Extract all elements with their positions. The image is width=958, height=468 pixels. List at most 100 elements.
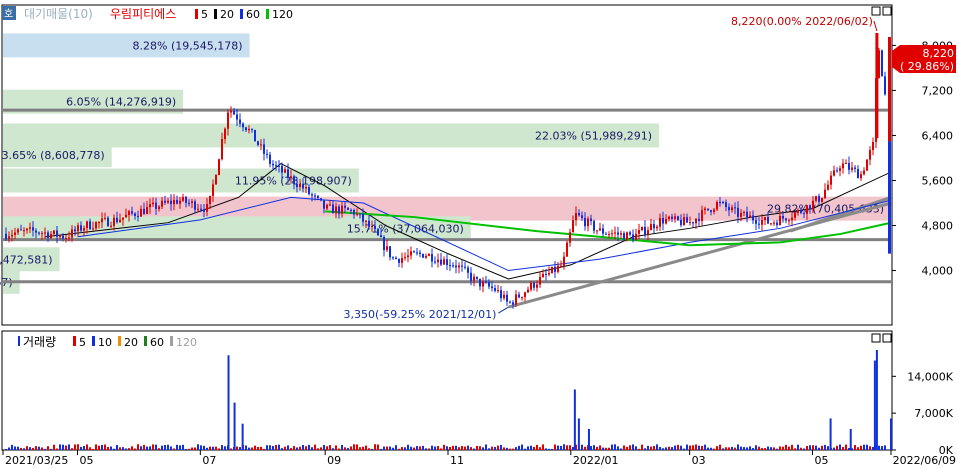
volume-bar [482,447,484,450]
candle-body [482,281,484,287]
ma-legend-label: 120 [272,8,293,21]
candle-body [647,230,649,235]
volume-bar [137,444,139,450]
candle-body [20,229,22,231]
volume-spike-bar [890,418,892,450]
volume-bar [701,445,703,450]
candle-body [35,230,37,233]
candle-body [83,228,85,231]
volume-bar [485,444,487,450]
candle-body [578,212,580,216]
volume-bar [863,444,865,450]
candle-body [404,257,406,259]
candle-body [860,174,862,179]
volume-bar [422,445,424,450]
volume-bar [782,446,784,450]
volume-bar [212,446,214,450]
volume-bar [398,448,400,450]
volume-profile-label: 8.28% (19,545,178) [133,39,243,52]
volume-bar [707,447,709,450]
candle-body [617,232,619,235]
candle-body [818,196,820,202]
candle-body [326,204,328,209]
vol-ma-legend-swatch [118,336,121,346]
volume-bar [374,444,376,450]
candle-body [239,119,241,124]
volume-bar [179,445,181,450]
candle-body [407,255,409,258]
candle-body [620,233,622,235]
candle-body [839,168,841,171]
candle-body [395,257,397,260]
volume-bar [860,445,862,450]
candle-body [71,229,73,238]
volume-bar [497,445,499,450]
candle-body [857,168,859,179]
volume-bar [809,445,811,450]
candle-body [188,202,190,204]
candle-body [434,261,436,263]
volume-bar [110,446,112,450]
candle-body [794,212,796,218]
volume-bar [287,445,289,450]
candle-body [584,217,586,227]
last-price-change: ( 29.86%) [900,60,954,73]
volume-bar [674,445,676,450]
volume-bar [383,446,385,450]
price-axis-label: 4,800 [922,220,954,233]
volume-profile-label: 15.71% (37,064,030) [347,222,464,235]
volume-bar [491,446,493,450]
candle-body [671,216,673,219]
volume-bar [713,448,715,450]
volume-bar [812,445,814,450]
x-axis-label: 03 [692,454,706,467]
volume-bar [437,446,439,450]
volume-bar [797,444,799,450]
candle-body [485,281,487,283]
candle-body [41,233,43,235]
volume-bar [542,444,544,450]
volume-spike-bar [241,423,244,450]
volume-profile-label: 6.05% (14,276,919) [66,96,176,109]
candle-body [725,202,727,208]
candle-body [830,175,832,185]
volume-bar [215,446,217,450]
candle-body [473,276,475,281]
volume-bar [329,445,331,450]
candle-body [248,128,250,131]
price-axis-label: 5,600 [922,174,954,187]
candle-body [629,232,631,235]
volume-bar [311,447,313,450]
volume-bar [446,446,448,450]
candle-body [851,167,853,170]
candle-body [734,207,736,209]
volume-bar [92,448,94,450]
candle-body [254,129,256,142]
volume-bar [65,445,67,450]
candle-body [593,221,595,231]
volume-bar [194,447,196,450]
volume-bar [695,444,697,450]
candle-body [758,223,760,225]
candle-body [806,205,808,214]
volume-bar [596,446,598,450]
candle-body [410,251,412,256]
volume-bar [128,448,130,450]
volume-bar [185,448,187,450]
ma-legend-swatch [214,9,217,19]
volume-bar [731,446,733,450]
candle-body [719,202,721,204]
volume-profile-label: 22.03% (51,989,291) [535,129,652,142]
volume-bar [749,446,751,450]
volume-bar [71,448,73,450]
volume-bar [878,445,880,450]
volume-bar [512,448,514,450]
volume-bar [752,448,754,450]
candle-body [365,220,367,222]
volume-bar [221,445,223,450]
volume-bar [755,445,757,450]
candle-body [191,201,193,203]
candle-body [737,207,739,217]
candle-body [833,170,835,176]
candle-body [743,211,745,213]
